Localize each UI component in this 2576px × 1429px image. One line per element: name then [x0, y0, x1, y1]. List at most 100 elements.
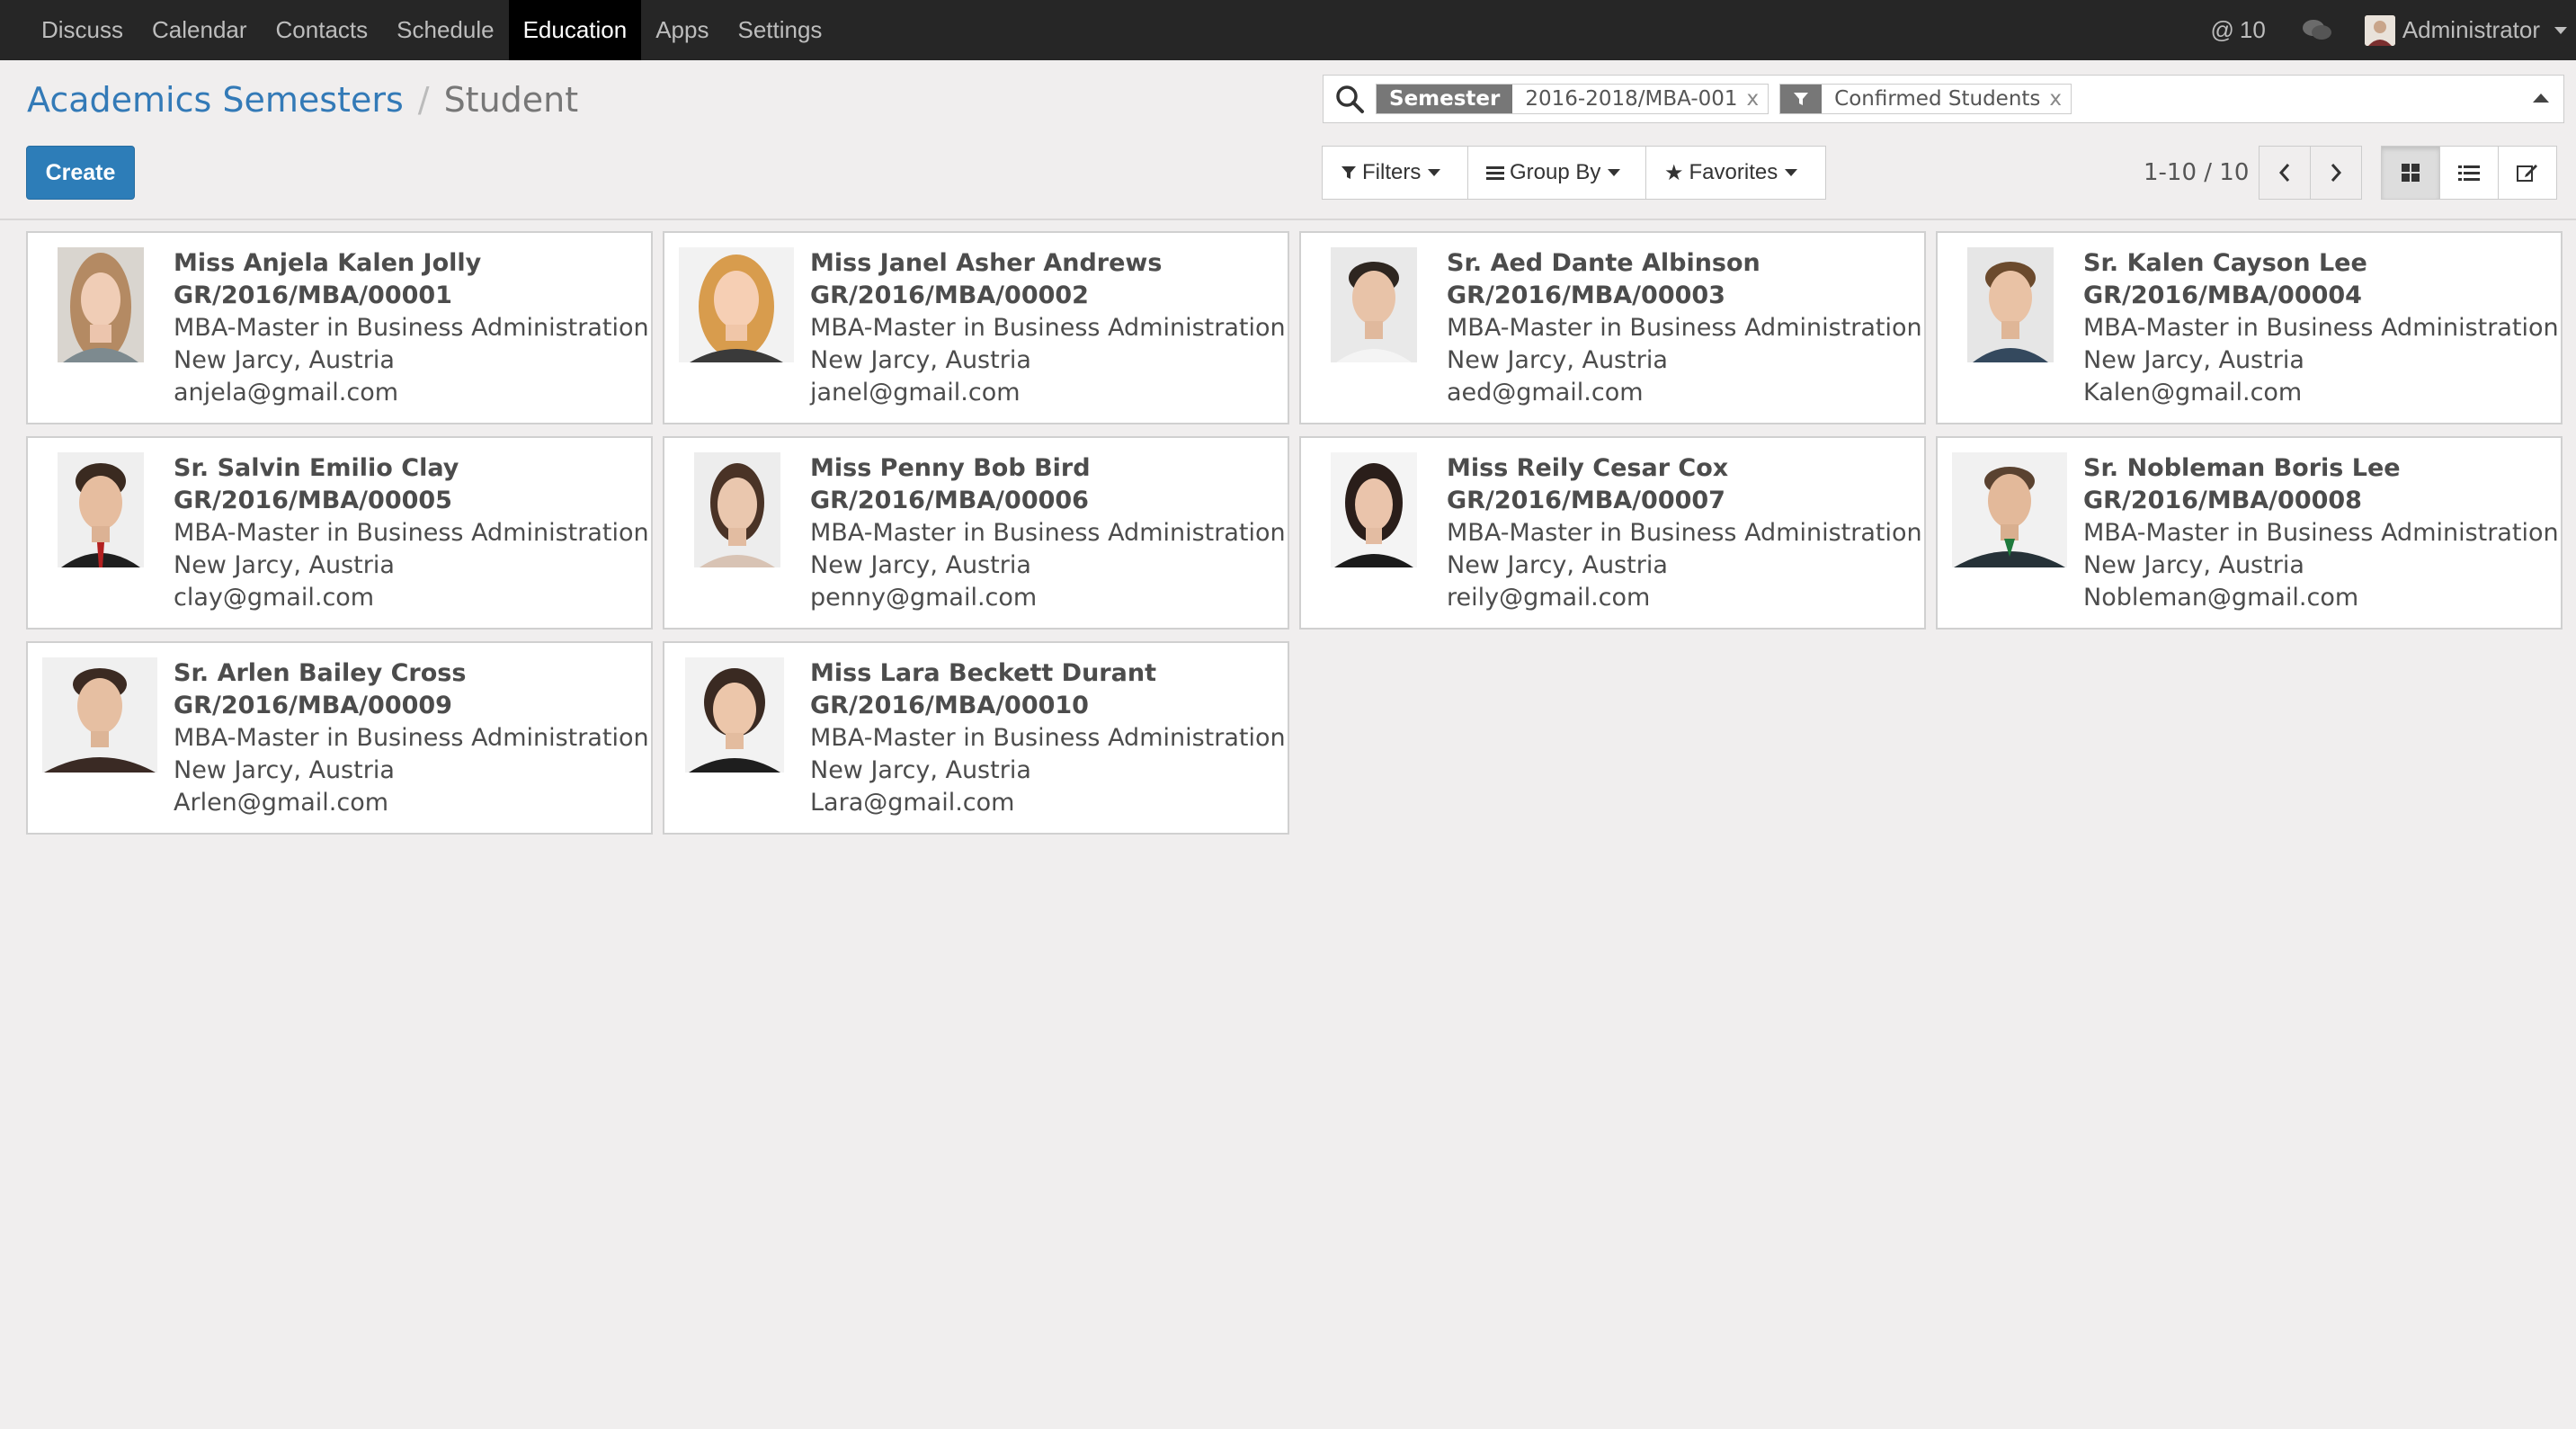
- student-card[interactable]: Miss Lara Beckett Durant GR/2016/MBA/000…: [663, 641, 1289, 835]
- nav-item-apps[interactable]: Apps: [641, 0, 723, 60]
- student-location: New Jarcy, Austria: [1447, 551, 1668, 579]
- student-location: New Jarcy, Austria: [810, 756, 1031, 784]
- student-program: MBA-Master in Business Administration: [810, 314, 1286, 342]
- student-card[interactable]: Miss Anjela Kalen Jolly GR/2016/MBA/0000…: [26, 231, 653, 424]
- student-card[interactable]: Sr. Aed Dante Albinson GR/2016/MBA/00003…: [1299, 231, 1926, 424]
- chevron-right-icon: [2331, 164, 2342, 182]
- student-location: New Jarcy, Austria: [810, 346, 1031, 374]
- student-name: Miss Reily Cesar Cox: [1447, 454, 1729, 482]
- student-photo: [694, 452, 780, 567]
- student-name: Miss Anjela Kalen Jolly: [174, 249, 482, 277]
- nav-item-schedule[interactable]: Schedule: [382, 0, 508, 60]
- mentions-count: 10: [2239, 16, 2266, 43]
- top-navbar: Discuss Calendar Contacts Schedule Educa…: [0, 0, 2576, 60]
- facet-value: Confirmed Students x: [1822, 87, 2071, 111]
- chevron-left-icon: [2279, 164, 2290, 182]
- pager-previous-button[interactable]: [2259, 146, 2312, 200]
- list-view-button[interactable]: [2439, 146, 2499, 200]
- nav-item-contacts[interactable]: Contacts: [262, 0, 383, 60]
- nav-item-discuss[interactable]: Discuss: [27, 0, 138, 60]
- facet-remove-button[interactable]: x: [2049, 87, 2062, 111]
- caret-down-icon: [2554, 26, 2567, 34]
- group-by-button[interactable]: Group By: [1467, 146, 1646, 200]
- student-photo: [685, 657, 784, 773]
- filter-icon: [1780, 85, 1823, 113]
- kanban-view-button[interactable]: [2381, 146, 2440, 200]
- student-code: GR/2016/MBA/00006: [810, 487, 1089, 514]
- student-card[interactable]: Sr. Nobleman Boris Lee GR/2016/MBA/00008…: [1936, 436, 2563, 630]
- favorites-button[interactable]: ★ Favorites: [1645, 146, 1826, 200]
- student-email: aed@gmail.com: [1447, 379, 1644, 406]
- student-email: anjela@gmail.com: [174, 379, 399, 406]
- student-photo: [1331, 247, 1417, 362]
- filter-icon: [1341, 166, 1356, 179]
- student-card[interactable]: Miss Reily Cesar Cox GR/2016/MBA/00007 M…: [1299, 436, 1926, 630]
- mentions-button[interactable]: @ 10: [2193, 16, 2284, 44]
- student-card[interactable]: Sr. Salvin Emilio Clay GR/2016/MBA/00005…: [26, 436, 653, 630]
- student-name: Sr. Aed Dante Albinson: [1447, 249, 1760, 277]
- student-program: MBA-Master in Business Administration: [2083, 519, 2559, 547]
- student-location: New Jarcy, Austria: [174, 756, 395, 784]
- student-info: Sr. Salvin Emilio Clay GR/2016/MBA/00005…: [174, 452, 649, 614]
- student-name: Sr. Nobleman Boris Lee: [2083, 454, 2401, 482]
- app-menu: Discuss Calendar Contacts Schedule Educa…: [0, 0, 836, 60]
- student-program: MBA-Master in Business Administration: [810, 724, 1286, 752]
- filters-label: Filters: [1362, 160, 1422, 184]
- facet-value-text: Confirmed Students: [1834, 87, 2041, 111]
- student-info: Miss Reily Cesar Cox GR/2016/MBA/00007 M…: [1447, 452, 1922, 614]
- messages-button[interactable]: [2284, 18, 2350, 43]
- student-name: Miss Penny Bob Bird: [810, 454, 1091, 482]
- caret-down-icon: [1785, 169, 1798, 176]
- pager-next-button[interactable]: [2310, 146, 2363, 200]
- grid-icon: [2402, 164, 2420, 182]
- chat-bubbles-icon: [2302, 19, 2331, 40]
- nav-item-education[interactable]: Education: [508, 0, 642, 60]
- student-info: Sr. Arlen Bailey Cross GR/2016/MBA/00009…: [174, 657, 649, 819]
- student-card[interactable]: Miss Penny Bob Bird GR/2016/MBA/00006 MB…: [663, 436, 1289, 630]
- student-code: GR/2016/MBA/00010: [810, 692, 1089, 719]
- form-view-button[interactable]: [2498, 146, 2557, 200]
- student-location: New Jarcy, Austria: [2083, 346, 2304, 374]
- filters-button[interactable]: Filters: [1322, 146, 1468, 200]
- student-program: MBA-Master in Business Administration: [174, 519, 649, 547]
- student-info: Miss Anjela Kalen Jolly GR/2016/MBA/0000…: [174, 247, 649, 409]
- student-code: GR/2016/MBA/00002: [810, 281, 1089, 309]
- student-card[interactable]: Miss Janel Asher Andrews GR/2016/MBA/000…: [663, 231, 1289, 424]
- student-location: New Jarcy, Austria: [2083, 551, 2304, 579]
- systray: @ 10 Administrator: [2193, 0, 2576, 60]
- breadcrumb-parent-link[interactable]: Academics Semesters: [27, 80, 404, 120]
- student-code: GR/2016/MBA/00007: [1447, 487, 1725, 514]
- student-card[interactable]: Sr. Kalen Cayson Lee GR/2016/MBA/00004 M…: [1936, 231, 2563, 424]
- student-code: GR/2016/MBA/00003: [1447, 281, 1725, 309]
- search-facet-semester: Semester 2016-2018/MBA-001 x: [1376, 84, 1769, 114]
- student-name: Sr. Arlen Bailey Cross: [174, 659, 467, 687]
- list-icon: [2458, 165, 2480, 181]
- student-photo: [42, 657, 157, 773]
- student-photo: [1967, 247, 2054, 362]
- student-card[interactable]: Sr. Arlen Bailey Cross GR/2016/MBA/00009…: [26, 641, 653, 835]
- facet-remove-button[interactable]: x: [1747, 87, 1760, 111]
- star-icon: ★: [1664, 160, 1684, 185]
- student-email: Arlen@gmail.com: [174, 789, 389, 817]
- nav-item-settings[interactable]: Settings: [723, 0, 836, 60]
- search-bar[interactable]: Semester 2016-2018/MBA-001 x Confirmed S…: [1323, 75, 2564, 123]
- pager-value[interactable]: 1-10 / 10: [2144, 159, 2249, 186]
- student-photo: [58, 247, 144, 362]
- student-name: Miss Janel Asher Andrews: [810, 249, 1163, 277]
- create-button[interactable]: Create: [26, 146, 135, 200]
- nav-item-calendar[interactable]: Calendar: [138, 0, 262, 60]
- student-photo: [679, 247, 794, 362]
- search-options: Filters Group By ★ Favorites: [1322, 146, 1826, 200]
- user-menu[interactable]: Administrator: [2350, 14, 2576, 46]
- student-email: Kalen@gmail.com: [2083, 379, 2303, 406]
- control-panel: Academics Semesters / Student Create Sem…: [0, 60, 2576, 220]
- student-location: New Jarcy, Austria: [174, 346, 395, 374]
- student-email: Lara@gmail.com: [810, 789, 1015, 817]
- search-options-toggle-icon[interactable]: [2533, 94, 2549, 103]
- student-photo: [1952, 452, 2067, 567]
- group-by-label: Group By: [1510, 160, 1601, 184]
- student-location: New Jarcy, Austria: [1447, 346, 1668, 374]
- student-info: Miss Janel Asher Andrews GR/2016/MBA/000…: [810, 247, 1286, 409]
- student-program: MBA-Master in Business Administration: [174, 724, 649, 752]
- student-name: Miss Lara Beckett Durant: [810, 659, 1156, 687]
